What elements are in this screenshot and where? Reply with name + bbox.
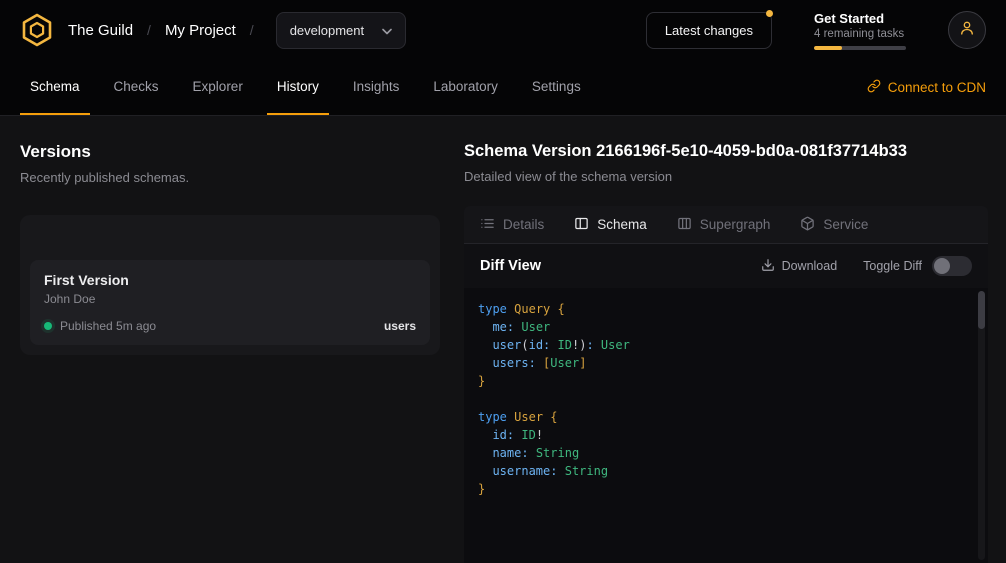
detail-tab-label: Service xyxy=(823,217,868,232)
version-service-badge: users xyxy=(384,319,416,333)
code-block: type Query { me: User user(id: ID!): Use… xyxy=(478,300,974,498)
notification-dot-icon xyxy=(766,10,773,17)
get-started-progress-fill xyxy=(814,46,842,50)
tab-label: Checks xyxy=(114,79,159,94)
code-line: } xyxy=(478,372,974,390)
diff-actions: Download Toggle Diff xyxy=(761,256,972,276)
version-detail-subtitle: Detailed view of the schema version xyxy=(464,169,988,184)
detail-tab-schema[interactable]: Schema xyxy=(574,216,647,234)
supergraph-icon xyxy=(677,216,692,234)
top-bar: The Guild / My Project / development Lat… xyxy=(0,0,1006,60)
version-detail-title: Schema Version 2166196f-5e10-4059-bd0a-0… xyxy=(464,142,988,161)
tab-label: Settings xyxy=(532,79,581,94)
user-icon xyxy=(958,19,976,42)
code-line: users: [User] xyxy=(478,354,974,372)
versions-card: First Version John Doe Published 5m ago … xyxy=(20,215,440,355)
code-line: type Query { xyxy=(478,300,974,318)
service-icon xyxy=(800,216,815,234)
get-started-title: Get Started xyxy=(814,11,906,26)
connect-to-cdn-label: Connect to CDN xyxy=(888,80,986,95)
main-content: Versions Recently published schemas. Fir… xyxy=(0,116,1006,563)
tab-label: History xyxy=(277,79,319,94)
topbar-right: Latest changes Get Started 4 remaining t… xyxy=(646,11,986,50)
code-line: username: String xyxy=(478,462,974,480)
chevron-down-icon xyxy=(382,23,392,38)
diff-view-header: Diff View Download Toggle Diff xyxy=(464,244,988,288)
code-line: } xyxy=(478,480,974,498)
detail-tab-label: Supergraph xyxy=(700,217,771,232)
latest-changes-label: Latest changes xyxy=(665,23,753,38)
version-detail-panel: Details Schema xyxy=(464,206,988,563)
tab-label: Schema xyxy=(30,79,80,94)
toggle-diff-group: Toggle Diff xyxy=(863,256,972,276)
code-line: type User { xyxy=(478,408,974,426)
code-line: name: String xyxy=(478,444,974,462)
version-author: John Doe xyxy=(44,292,416,306)
list-icon xyxy=(480,216,495,234)
schema-code-viewer[interactable]: type Query { me: User user(id: ID!): Use… xyxy=(464,288,988,563)
diff-view-title: Diff View xyxy=(480,258,541,274)
version-name: First Version xyxy=(44,272,416,288)
detail-tab-label: Schema xyxy=(597,217,647,232)
tab-explorer[interactable]: Explorer xyxy=(183,60,253,115)
tab-label: Insights xyxy=(353,79,400,94)
version-list-item[interactable]: First Version John Doe Published 5m ago … xyxy=(30,260,430,345)
tab-label: Laboratory xyxy=(433,79,498,94)
detail-tab-service[interactable]: Service xyxy=(800,216,868,234)
version-meta-row: Published 5m ago users xyxy=(44,319,416,333)
breadcrumb-project[interactable]: My Project xyxy=(165,22,236,39)
hive-logo-icon[interactable] xyxy=(20,13,54,47)
detail-tab-label: Details xyxy=(503,217,544,232)
breadcrumb-org[interactable]: The Guild xyxy=(68,22,133,39)
get-started-progress-bar xyxy=(814,46,906,50)
code-line: me: User xyxy=(478,318,974,336)
connect-to-cdn-button[interactable]: Connect to CDN xyxy=(867,60,986,115)
tab-label: Explorer xyxy=(193,79,243,94)
project-nav: Schema Checks Explorer History Insights … xyxy=(0,60,1006,116)
tab-checks[interactable]: Checks xyxy=(104,60,169,115)
topbar-left: The Guild / My Project / development xyxy=(20,12,406,49)
toggle-diff-switch[interactable] xyxy=(932,256,972,276)
toggle-knob xyxy=(934,258,950,274)
published-status-dot-icon xyxy=(44,322,52,330)
breadcrumb-separator: / xyxy=(147,22,151,38)
tab-laboratory[interactable]: Laboratory xyxy=(423,60,508,115)
get-started-widget[interactable]: Get Started 4 remaining tasks xyxy=(814,11,906,50)
tab-schema[interactable]: Schema xyxy=(20,60,90,115)
project-tabs: Schema Checks Explorer History Insights … xyxy=(20,60,605,115)
user-avatar[interactable] xyxy=(948,11,986,49)
download-icon xyxy=(761,258,775,275)
environment-select[interactable]: development xyxy=(276,12,406,49)
versions-section: Versions Recently published schemas. Fir… xyxy=(20,142,440,563)
detail-tabs: Details Schema xyxy=(464,206,988,244)
detail-tab-supergraph[interactable]: Supergraph xyxy=(677,216,771,234)
version-status: Published 5m ago xyxy=(60,319,156,333)
link-icon xyxy=(867,79,881,96)
detail-tab-details[interactable]: Details xyxy=(480,216,544,234)
get-started-subtitle: 4 remaining tasks xyxy=(814,28,906,40)
environment-select-value: development xyxy=(290,23,364,38)
latest-changes-button[interactable]: Latest changes xyxy=(646,12,772,49)
versions-subtitle: Recently published schemas. xyxy=(20,170,440,185)
version-detail-section: Schema Version 2166196f-5e10-4059-bd0a-0… xyxy=(464,142,988,563)
app-root: The Guild / My Project / development Lat… xyxy=(0,0,1006,563)
tab-settings[interactable]: Settings xyxy=(522,60,591,115)
toggle-diff-label: Toggle Diff xyxy=(863,259,922,273)
schema-icon xyxy=(574,216,589,234)
breadcrumb-separator: / xyxy=(250,22,254,38)
download-button[interactable]: Download xyxy=(761,258,838,275)
tab-insights[interactable]: Insights xyxy=(343,60,410,115)
download-label: Download xyxy=(782,259,838,273)
code-line: id: ID! xyxy=(478,426,974,444)
tab-history[interactable]: History xyxy=(267,60,329,115)
code-line: user(id: ID!): User xyxy=(478,336,974,354)
code-scrollbar[interactable] xyxy=(978,291,985,560)
code-line xyxy=(478,390,974,408)
code-scrollbar-thumb[interactable] xyxy=(978,291,985,329)
versions-title: Versions xyxy=(20,142,440,162)
